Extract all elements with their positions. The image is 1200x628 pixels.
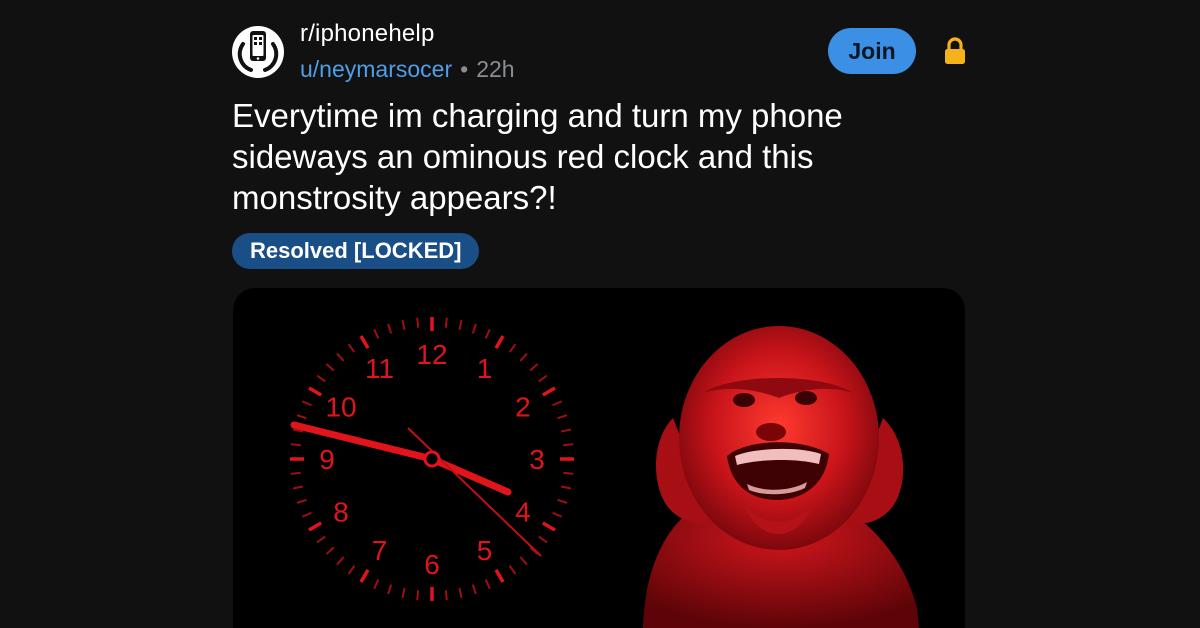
clock-minor-tick bbox=[557, 498, 568, 504]
author-link[interactable]: u/neymarsocer bbox=[300, 56, 452, 82]
clock-minor-tick bbox=[316, 535, 326, 544]
clock-numeral: 11 bbox=[365, 353, 394, 384]
clock-minor-tick bbox=[416, 317, 420, 328]
clock-minor-tick bbox=[508, 565, 517, 575]
clock-minor-tick bbox=[373, 579, 380, 590]
clock-numeral: 12 bbox=[416, 339, 447, 370]
clock-minor-tick bbox=[290, 471, 301, 475]
clock-numeral: 8 bbox=[333, 497, 349, 528]
subreddit-avatar[interactable] bbox=[232, 26, 284, 78]
clock-minor-tick bbox=[519, 352, 528, 362]
phone-in-circle-icon bbox=[234, 28, 282, 76]
clock-minor-tick bbox=[484, 579, 491, 590]
clock-minor-tick bbox=[336, 352, 345, 362]
clock-numeral: 3 bbox=[529, 444, 545, 475]
clock-minor-tick bbox=[325, 546, 335, 555]
clock-numeral: 2 bbox=[515, 392, 531, 423]
clock-major-tick bbox=[541, 386, 556, 397]
subreddit-name[interactable]: r/iphonehelp bbox=[300, 20, 435, 48]
clock-major-tick bbox=[494, 568, 505, 583]
clock-minor-tick bbox=[301, 400, 312, 407]
clock-minor-tick bbox=[444, 317, 448, 328]
clock-major-tick bbox=[494, 335, 505, 350]
clock-minor-tick bbox=[519, 556, 528, 566]
clock-minor-tick bbox=[563, 443, 574, 447]
clock-minor-tick bbox=[316, 374, 326, 383]
clock-minor-tick bbox=[336, 556, 345, 566]
clock-minor-tick bbox=[325, 363, 335, 372]
clock-minor-tick bbox=[471, 584, 477, 595]
clock-minor-tick bbox=[401, 319, 406, 331]
clock-minor-tick bbox=[552, 511, 563, 518]
clock-minor-tick bbox=[484, 328, 491, 339]
clock-minor-tick bbox=[458, 319, 463, 331]
clock-minor-tick bbox=[401, 587, 406, 599]
clock-minor-tick bbox=[387, 584, 393, 595]
clock-minor-tick bbox=[292, 485, 304, 490]
clock-minor-tick bbox=[458, 587, 463, 599]
clock-major-tick bbox=[359, 568, 370, 583]
clock-minor-tick bbox=[373, 328, 380, 339]
clock-minor-tick bbox=[557, 414, 568, 420]
clock-major-tick bbox=[308, 386, 323, 397]
clock-minor-tick bbox=[508, 343, 517, 353]
clock-major-tick bbox=[308, 521, 323, 532]
post-image[interactable]: 12 1 2 3 4 5 6 7 8 9 10 11 bbox=[233, 288, 965, 628]
monkey-photo bbox=[643, 326, 919, 628]
post-flair[interactable]: Resolved [LOCKED] bbox=[232, 233, 480, 269]
clock-minor-tick bbox=[444, 590, 448, 601]
lock-icon bbox=[945, 37, 965, 64]
clock-minor-tick bbox=[416, 590, 420, 601]
clock-minor-tick bbox=[563, 471, 574, 475]
clock-numeral: 10 bbox=[325, 392, 356, 423]
clock-numeral: 7 bbox=[372, 535, 388, 566]
clock-major-tick bbox=[359, 335, 370, 350]
clock-minor-tick bbox=[560, 485, 572, 490]
clock-minor-tick bbox=[560, 428, 572, 433]
meta-separator: • bbox=[460, 56, 469, 82]
clock-minor-tick bbox=[301, 511, 312, 518]
clock-widget: 12 12 3 45 6 78 9 10 11 bbox=[290, 317, 574, 601]
post-meta: u/neymarsocer • 22h bbox=[300, 56, 515, 83]
clock-minor-tick bbox=[471, 323, 477, 334]
clock-minor-tick bbox=[529, 363, 539, 372]
clock-center bbox=[423, 450, 441, 468]
clock-minor-tick bbox=[538, 535, 548, 544]
clock-numeral: 1 bbox=[477, 353, 493, 384]
clock-major-tick bbox=[541, 521, 556, 532]
clock-minor-tick bbox=[538, 374, 548, 383]
clock-numeral: 4 bbox=[515, 497, 531, 528]
clock-minor-tick bbox=[296, 414, 307, 420]
clock-minor-tick bbox=[552, 400, 563, 407]
standby-screen-image: 12 12 3 45 6 78 9 10 11 bbox=[290, 317, 919, 628]
clock-minor-tick bbox=[347, 565, 356, 575]
clock-numeral: 9 bbox=[319, 444, 335, 475]
post-title[interactable]: Everytime im charging and turn my phone … bbox=[232, 95, 952, 218]
clock-minor-tick bbox=[290, 443, 301, 447]
clock-second-hand bbox=[407, 427, 542, 557]
clock-numeral: 5 bbox=[477, 535, 493, 566]
join-button[interactable]: Join bbox=[828, 28, 916, 74]
reddit-post: r/iphonehelp u/neymarsocer • 22h Join Ever… bbox=[0, 0, 1200, 628]
clock-numeral: 6 bbox=[424, 549, 440, 580]
post-age: 22h bbox=[476, 56, 515, 82]
clock-minor-tick bbox=[347, 343, 356, 353]
clock-minor-tick bbox=[296, 498, 307, 504]
clock-minor-tick bbox=[387, 323, 393, 334]
